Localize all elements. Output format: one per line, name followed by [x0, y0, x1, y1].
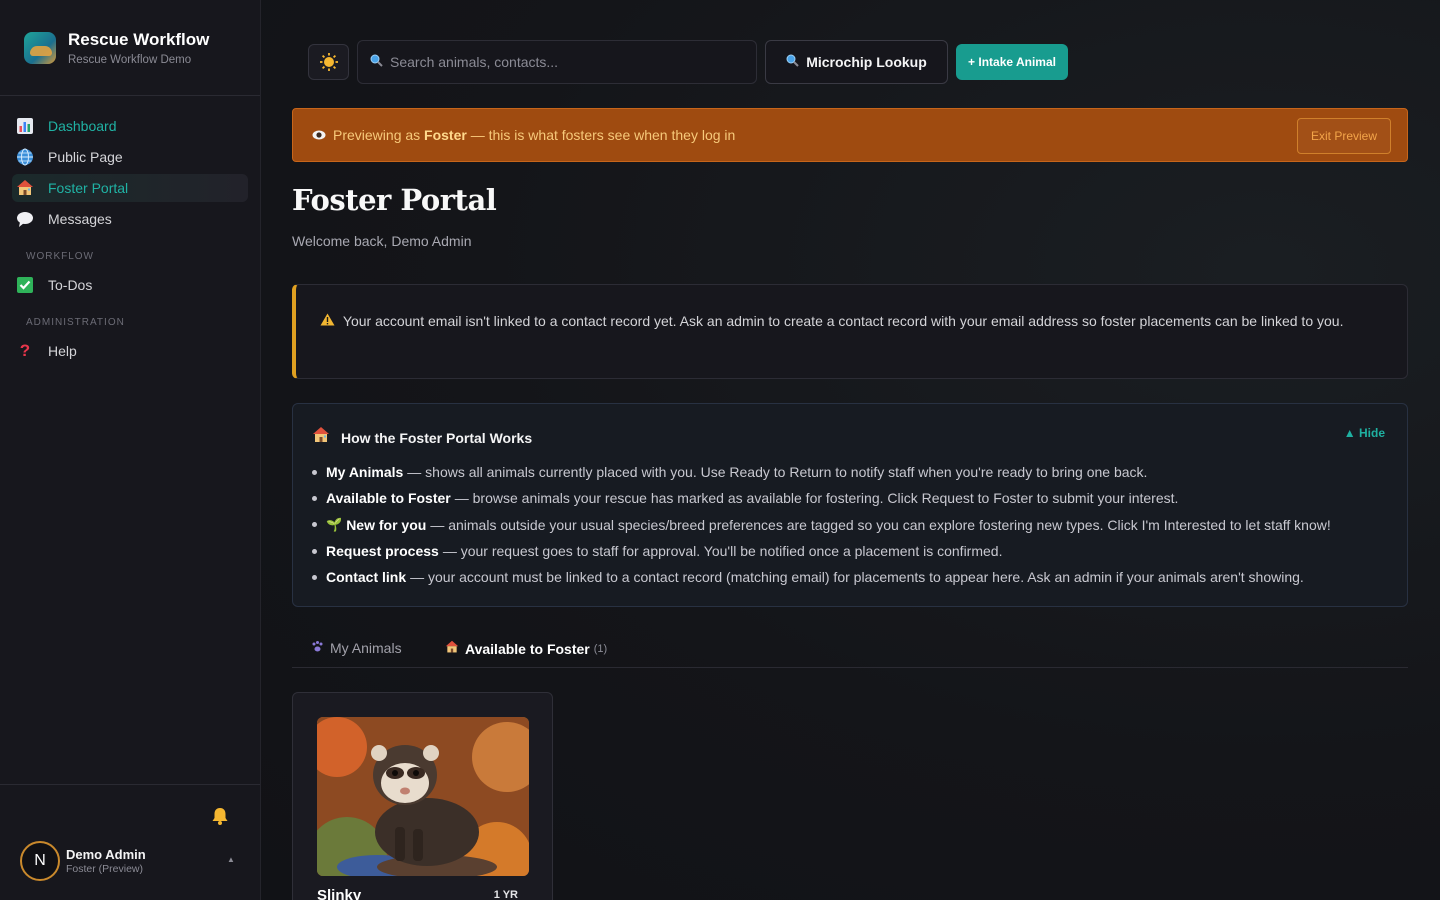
- preview-banner: Previewing as Foster — this is what fost…: [292, 108, 1408, 162]
- info-term: New for you: [346, 516, 427, 533]
- sidebar-nav: Dashboard Public Page Foster Portal Mess…: [12, 112, 248, 368]
- sidebar-item-label: Dashboard: [48, 118, 117, 134]
- tab-count: (1): [593, 642, 608, 655]
- animal-photo: [317, 717, 529, 876]
- main-content: Microchip Lookup + Intake Animal Preview…: [261, 0, 1440, 900]
- search-icon: [370, 54, 383, 70]
- nav-section-workflow: WORKFLOW: [26, 251, 94, 262]
- search-box[interactable]: [357, 40, 757, 84]
- checkbox-icon: [15, 275, 35, 295]
- sidebar-item-foster-portal[interactable]: Foster Portal: [12, 174, 248, 202]
- bullet: [312, 469, 317, 475]
- sidebar-item-label: Public Page: [48, 149, 123, 165]
- brand-logo: [24, 32, 56, 64]
- tab-available-to-foster[interactable]: Available to Foster (1): [445, 640, 607, 657]
- sidebar-item-messages[interactable]: Messages: [12, 205, 248, 233]
- sprout-icon: 🌱: [326, 516, 343, 532]
- theme-toggle-button[interactable]: [308, 44, 349, 80]
- page-subtitle: Welcome back, Demo Admin: [292, 233, 472, 249]
- info-term: My Animals: [326, 464, 404, 481]
- sidebar-item-todos[interactable]: To-Dos: [12, 271, 248, 299]
- sidebar-divider: [0, 95, 260, 96]
- info-desc: — shows all animals currently placed wit…: [407, 464, 1148, 481]
- list-item: 🌱 New for you — animals outside your usual…: [312, 512, 1331, 538]
- bullet: [312, 548, 317, 554]
- preview-text: Previewing as Foster — this is what fost…: [333, 127, 735, 143]
- caret-up-icon[interactable]: ▲: [227, 855, 235, 864]
- speech-bubble-icon: [15, 209, 35, 229]
- sidebar-item-label: Help: [48, 343, 77, 359]
- tab-label: Available to Foster: [465, 640, 590, 657]
- microchip-lookup-button[interactable]: Microchip Lookup: [765, 40, 948, 84]
- user-name: Demo Admin: [66, 847, 146, 862]
- preview-suffix: — this is what fosters see when they log…: [466, 127, 736, 143]
- how-it-works-panel: How the Foster Portal Works ▲ Hide My An…: [292, 403, 1408, 607]
- user-text: Demo Admin Foster (Preview): [66, 847, 146, 875]
- info-desc: — your request goes to staff for approva…: [442, 543, 1003, 560]
- hide-button[interactable]: ▲ Hide: [1344, 426, 1385, 440]
- user-role: Foster (Preview): [66, 863, 144, 875]
- user-menu[interactable]: N Demo Admin Foster (Preview): [20, 841, 146, 881]
- house-icon: [312, 426, 330, 449]
- animal-name: Slinky: [317, 887, 362, 900]
- house-icon: [15, 178, 35, 198]
- tab-label: My Animals: [330, 640, 402, 656]
- sidebar: Rescue Workflow Rescue Workflow Demo Das…: [0, 0, 261, 900]
- sidebar-item-label: Foster Portal: [48, 180, 129, 196]
- sidebar-item-public-page[interactable]: Public Page: [12, 143, 248, 171]
- nav-section-administration: ADMINISTRATION: [26, 317, 125, 328]
- brand-title: Rescue Workflow: [68, 30, 210, 49]
- info-desc: — your account must be linked to a conta…: [410, 569, 1304, 586]
- brand[interactable]: Rescue Workflow Rescue Workflow Demo: [24, 30, 209, 66]
- question-icon: ?: [19, 341, 31, 360]
- list-item: Contact link — your account must be linke…: [312, 564, 1331, 590]
- sidebar-item-dashboard[interactable]: Dashboard: [12, 112, 248, 140]
- search-input[interactable]: [390, 54, 730, 70]
- search-icon: [786, 54, 799, 70]
- paw-icon: [311, 640, 324, 656]
- info-term: Contact link: [326, 569, 407, 586]
- brand-text: Rescue Workflow Rescue Workflow Demo: [68, 30, 209, 66]
- list-item: My Animals — shows all animals currently …: [312, 459, 1331, 485]
- info-header: How the Foster Portal Works: [312, 426, 532, 449]
- info-desc: — browse animals your rescue has marked …: [454, 490, 1179, 507]
- info-desc: — animals outside your usual species/bre…: [430, 516, 1331, 533]
- preview-role: Foster: [424, 127, 467, 143]
- microchip-lookup-label: Microchip Lookup: [806, 54, 927, 70]
- warning-icon: [320, 313, 339, 329]
- warning-callout: Your account email isn't linked to a con…: [292, 284, 1408, 379]
- globe-icon: [15, 147, 35, 167]
- tab-my-animals[interactable]: My Animals: [311, 640, 402, 656]
- animal-age: 1 YR: [493, 889, 518, 900]
- exit-preview-button[interactable]: Exit Preview: [1297, 118, 1391, 154]
- avatar: N: [20, 841, 60, 881]
- intake-animal-button[interactable]: + Intake Animal: [956, 44, 1068, 80]
- bullet: [312, 574, 317, 580]
- sidebar-item-label: To-Dos: [48, 277, 93, 293]
- list-item: Available to Foster — browse animals your…: [312, 485, 1331, 511]
- warning-text: Your account email isn't linked to a con…: [342, 313, 1344, 329]
- bullet: [312, 522, 317, 528]
- info-term: Request process: [326, 543, 439, 560]
- eye-icon: [312, 128, 326, 143]
- list-item: Request process — your request goes to st…: [312, 538, 1331, 564]
- animal-card[interactable]: Slinky 1 YR: [292, 692, 553, 900]
- bell-icon[interactable]: [210, 806, 230, 831]
- info-term: Available to Foster: [326, 490, 451, 507]
- house-icon: [445, 640, 459, 657]
- sidebar-item-help[interactable]: ? Help: [12, 337, 248, 365]
- bullet: [312, 495, 317, 501]
- info-list: My Animals — shows all animals currently …: [312, 459, 1331, 590]
- sidebar-item-label: Messages: [48, 211, 112, 227]
- info-title: How the Foster Portal Works: [341, 429, 533, 446]
- topbar: Microchip Lookup + Intake Animal: [308, 40, 1068, 84]
- bar-chart-icon: [15, 116, 35, 136]
- tab-bar: My Animals Available to Foster (1): [292, 630, 1408, 668]
- preview-prefix: Previewing as: [333, 127, 425, 143]
- brand-subtitle: Rescue Workflow Demo: [68, 54, 192, 66]
- sun-icon: [319, 53, 338, 71]
- sidebar-bottom-divider: [0, 784, 260, 785]
- page-title: Foster Portal: [292, 183, 497, 217]
